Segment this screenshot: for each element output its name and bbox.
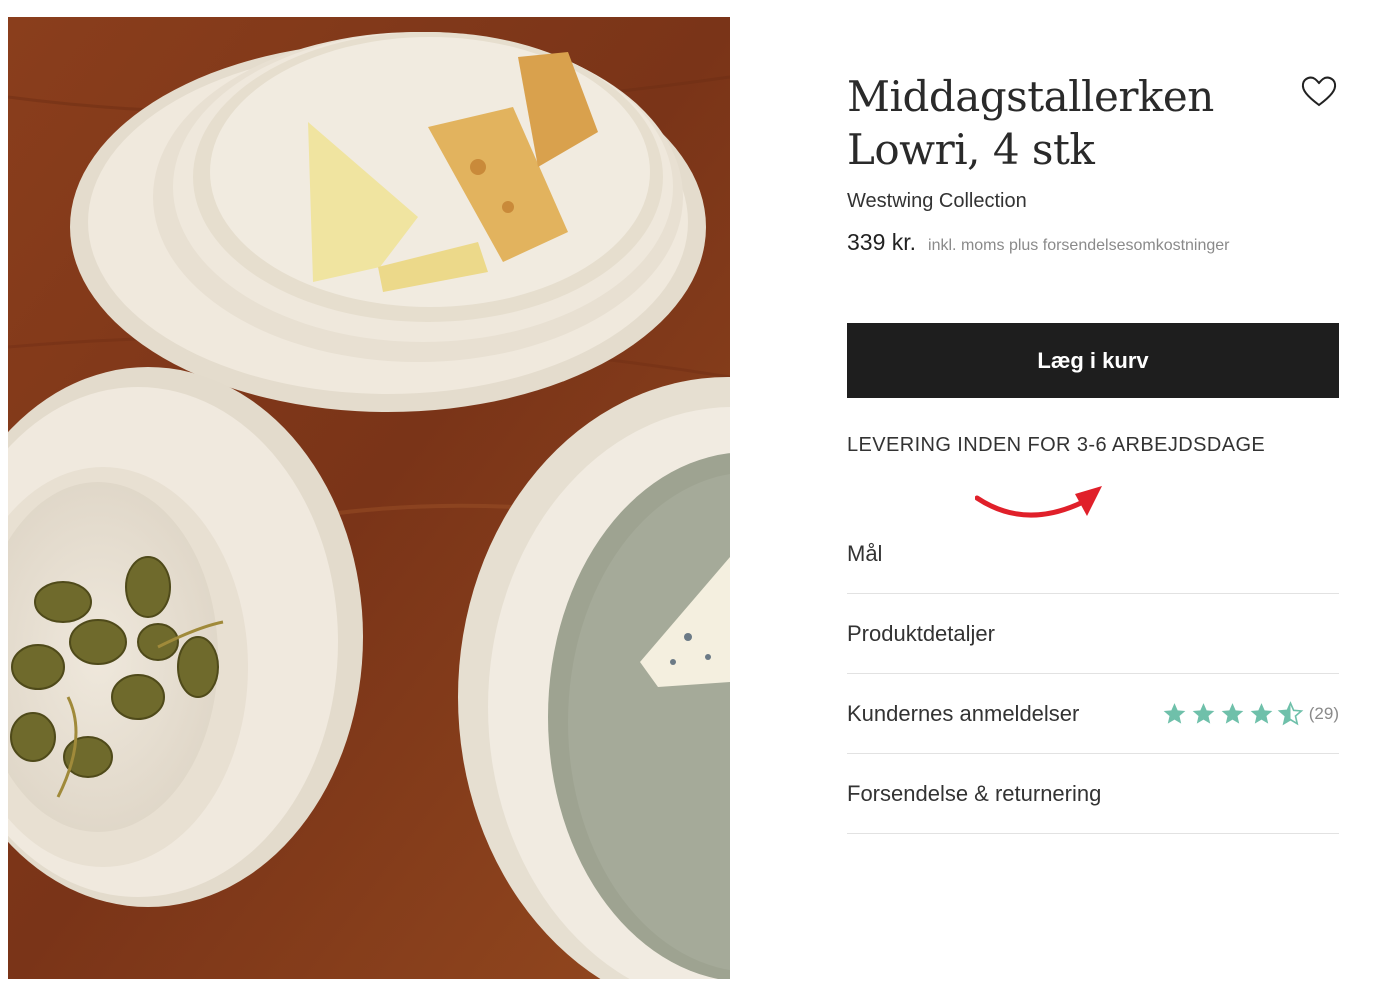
add-to-cart-button[interactable]: Læg i kurv [847, 323, 1339, 398]
heart-icon [1301, 76, 1337, 107]
price-note: inkl. moms plus forsendelsesomkostninger [928, 237, 1230, 254]
delivery-info: LEVERING INDEN FOR 3-6 ARBEJDSDAGE [847, 434, 1266, 456]
accordion-label: Produktdetaljer [847, 620, 995, 646]
star-rating [1160, 700, 1305, 727]
accordion-item-shipping-returns[interactable]: Forsendelse & returnering [847, 754, 1339, 834]
product-info: Middagstallerken Lowri, 4 stk Westwing C… [847, 70, 1339, 834]
product-title: Middagstallerken Lowri, 4 stk [847, 70, 1267, 176]
accordion-label: Mål [847, 540, 883, 566]
product-image[interactable] [8, 17, 730, 979]
accordion-label: Kundernes anmeldelser [847, 700, 1080, 726]
half-star-icon [1277, 700, 1304, 725]
product-photo-illustration [8, 17, 730, 979]
brand-name[interactable]: Westwing Collection [847, 190, 1339, 213]
accordion-label: Forsendelse & returnering [847, 780, 1102, 806]
star-icon [1221, 702, 1244, 724]
product-title-line1: Middagstallerken [847, 72, 1214, 121]
wishlist-button[interactable] [1299, 72, 1339, 112]
price: 339 kr. [847, 229, 917, 255]
product-accordion: Mål Produktdetaljer Kundernes anmeldelse… [847, 514, 1339, 834]
accordion-item-product-details[interactable]: Produktdetaljer [847, 594, 1339, 674]
star-icon [1250, 702, 1273, 724]
star-icon [1192, 702, 1215, 724]
review-rating: (29) [1160, 700, 1339, 727]
accordion-item-reviews[interactable]: Kundernes anmeldelser (29) [847, 674, 1339, 754]
product-title-line2: Lowri, 4 stk [847, 125, 1095, 174]
accordion-item-dimensions[interactable]: Mål [847, 514, 1339, 594]
price-row: 339 kr. inkl. moms plus forsendelsesomko… [847, 229, 1339, 256]
review-count: (29) [1308, 703, 1339, 723]
star-icon [1163, 702, 1186, 724]
